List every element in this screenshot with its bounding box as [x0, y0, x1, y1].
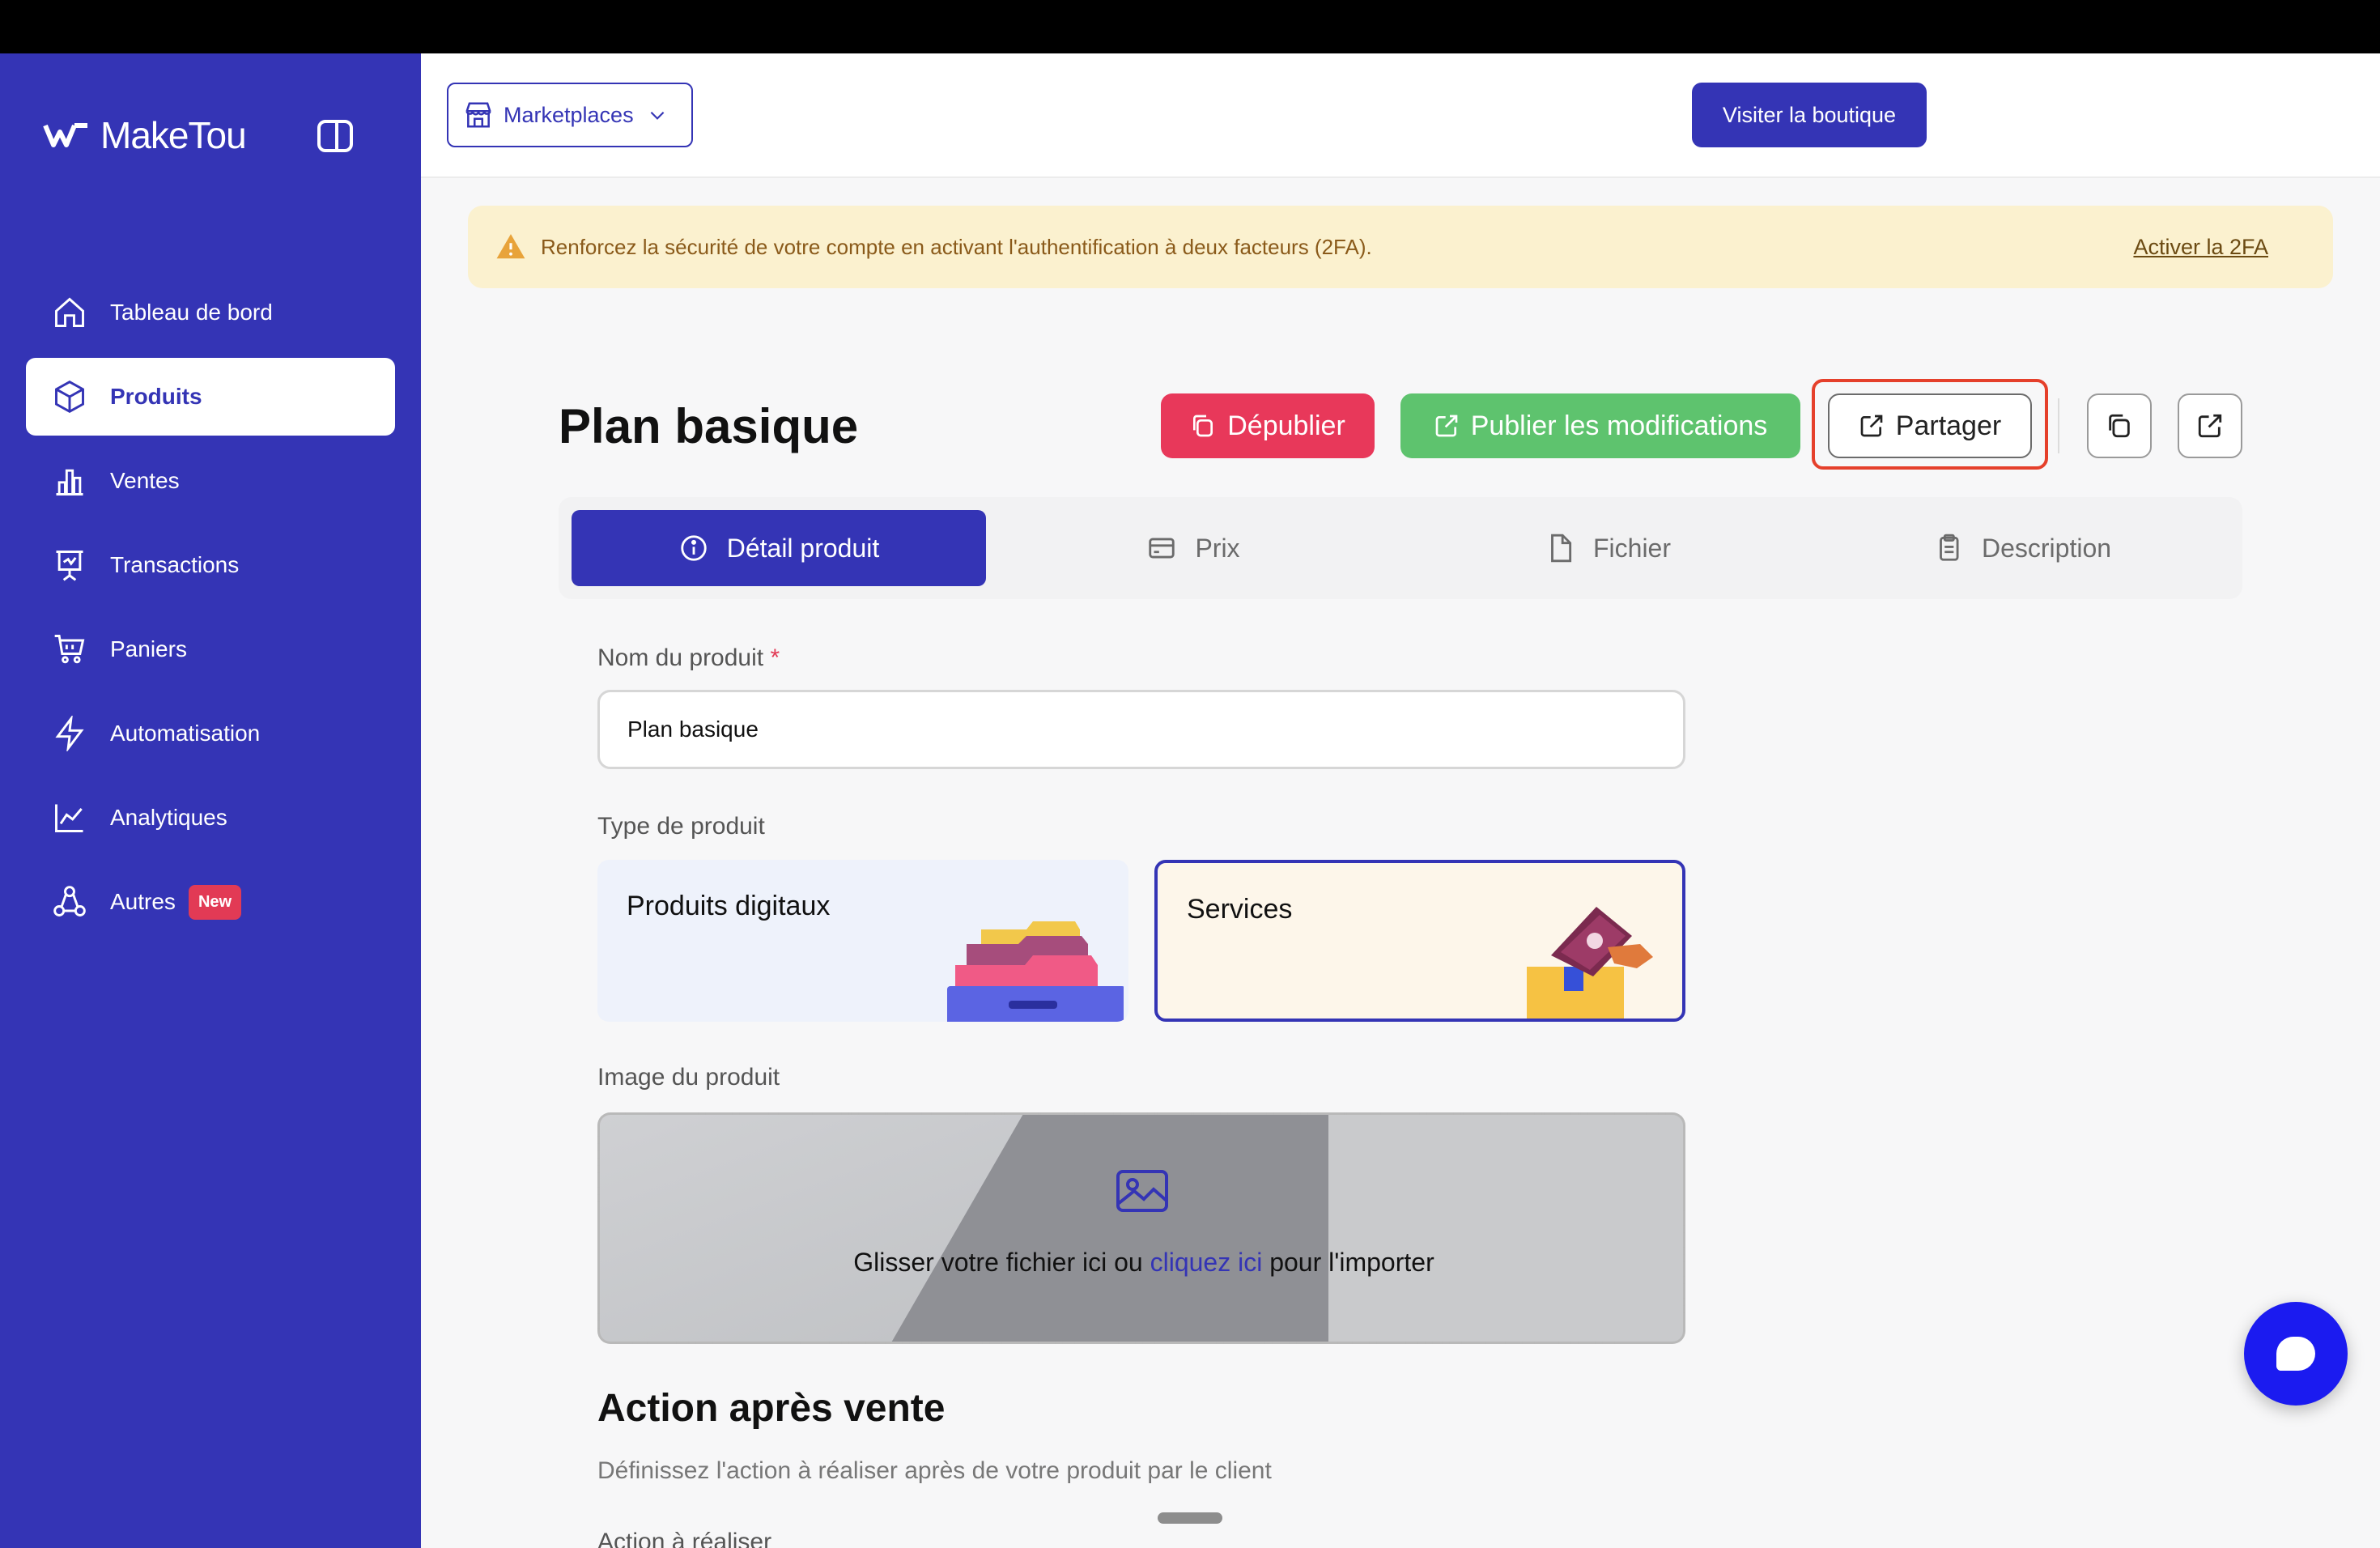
copy-icon: [2109, 414, 2130, 438]
chevron-down-icon: [650, 111, 664, 120]
image-dropzone[interactable]: Glisser votre fichier ici ou cliquez ici…: [597, 1112, 1685, 1344]
image-icon: [1116, 1170, 1168, 1212]
sidebar-item-carts[interactable]: Paniers: [26, 610, 395, 688]
home-icon: [52, 295, 87, 330]
file-icon: [1551, 534, 1572, 563]
publish-label: Publier les modifications: [1470, 410, 1768, 441]
scroll-handle[interactable]: [1158, 1512, 1222, 1524]
product-name-input[interactable]: [597, 690, 1685, 769]
bar-chart-icon: [52, 463, 87, 499]
product-name-label: Nom du produit *: [597, 644, 780, 671]
dropzone-instructions: Glisser votre fichier ici ou cliquez ici…: [853, 1248, 1434, 1277]
sidebar-item-label: Analytiques: [110, 805, 227, 830]
type-card-digital-products[interactable]: Produits digitaux: [597, 860, 1128, 1022]
new-badge: New: [188, 884, 242, 920]
after-sale-subtitle: Définissez l'action à réaliser après de …: [597, 1457, 1272, 1484]
product-type-label: Type de produit: [597, 813, 765, 840]
tab-price[interactable]: Prix: [986, 510, 1400, 586]
sidebar-item-analytics[interactable]: Analytiques: [26, 779, 395, 857]
share-button[interactable]: Partager: [1828, 393, 2032, 458]
line-chart-icon: [52, 800, 87, 836]
tab-file[interactable]: Fichier: [1400, 510, 1815, 586]
presentation-icon: [52, 547, 87, 583]
system-top-bar: [0, 0, 2380, 53]
tab-label: Fichier: [1592, 533, 1671, 563]
sidebar-collapse-icon[interactable]: [317, 120, 353, 152]
actions-divider: [2058, 398, 2059, 453]
box-icon: [52, 379, 87, 415]
store-icon: [465, 102, 491, 128]
visit-shop-button[interactable]: Visiter la boutique: [1692, 83, 1927, 147]
sidebar-item-transactions[interactable]: Transactions: [26, 526, 395, 604]
nodes-icon: [52, 884, 87, 920]
external-link-icon: [1435, 415, 1458, 437]
alert-message: Renforcez la sécurité de votre compte en…: [541, 234, 1372, 259]
dropzone-click-link[interactable]: cliquez ici: [1150, 1248, 1263, 1277]
unpublish-button[interactable]: Dépublier: [1161, 393, 1375, 458]
services-illustration: [1527, 907, 1653, 1019]
chat-support-button[interactable]: [2244, 1302, 2348, 1406]
product-tabs: Détail produit Prix Fichier Description: [559, 497, 2242, 599]
open-external-button[interactable]: [2178, 393, 2242, 458]
sidebar-item-label: Automatisation: [110, 721, 261, 746]
sidebar-item-label: Tableau de bord: [110, 300, 273, 325]
sidebar-item-label: Ventes: [110, 468, 180, 493]
duplicate-button[interactable]: [2087, 393, 2152, 458]
share-label: Partager: [1895, 410, 2002, 441]
warning-icon: [496, 234, 525, 259]
action-label: Action à réaliser: [597, 1529, 772, 1548]
clipboard-icon: [1940, 534, 1959, 561]
required-asterisk: *: [770, 644, 780, 671]
tab-description[interactable]: Description: [1815, 510, 2229, 586]
sidebar-item-label: Produits: [110, 384, 202, 409]
share-icon: [1860, 415, 1883, 437]
info-icon: [681, 535, 707, 561]
security-alert: Renforcez la sécurité de votre compte en…: [468, 206, 2333, 288]
sidebar-item-others[interactable]: Autres New: [26, 863, 395, 941]
product-image-label: Image du produit: [597, 1064, 780, 1091]
after-sale-title: Action après vente: [597, 1387, 946, 1430]
marketplace-select[interactable]: Marketplaces: [447, 83, 693, 147]
sidebar-item-automation[interactable]: Automatisation: [26, 695, 395, 772]
top-header: Marketplaces Visiter la boutique: [421, 53, 2380, 178]
sidebar-item-products[interactable]: Produits: [26, 358, 395, 436]
brand-name: MakeTou: [100, 114, 247, 156]
tab-label: Prix: [1195, 533, 1240, 563]
type-card-services[interactable]: Services: [1154, 860, 1685, 1022]
logo-icon: [43, 123, 87, 147]
lightning-icon: [52, 716, 87, 751]
copy-icon: [1193, 415, 1213, 437]
sidebar-item-label: Paniers: [110, 636, 187, 661]
external-link-icon: [2198, 414, 2222, 438]
sidebar-item-dashboard[interactable]: Tableau de bord: [26, 274, 395, 351]
cart-icon: [52, 632, 87, 667]
sidebar-item-sales[interactable]: Ventes: [26, 442, 395, 520]
folders-illustration: [947, 921, 1124, 1022]
page-title: Plan basique: [559, 399, 859, 453]
publish-changes-button[interactable]: Publier les modifications: [1400, 393, 1800, 458]
unpublish-label: Dépublier: [1227, 410, 1345, 441]
activate-2fa-link[interactable]: Activer la 2FA: [2133, 235, 2268, 260]
sidebar: MakeTou Tableau de bord Produits Ventes: [0, 53, 421, 1548]
sidebar-nav: Tableau de bord Produits Ventes Transact…: [26, 274, 395, 947]
tab-label: Description: [1981, 533, 2112, 563]
marketplace-select-label: Marketplaces: [504, 102, 634, 127]
type-card-label: Services: [1187, 894, 1293, 925]
tab-label: Détail produit: [726, 533, 880, 563]
logo[interactable]: MakeTou: [42, 113, 247, 157]
dropzone-preview-right: [1328, 1115, 1683, 1342]
tab-product-detail[interactable]: Détail produit: [572, 510, 986, 586]
sidebar-item-label: Autres: [110, 889, 176, 914]
type-card-label: Produits digitaux: [627, 891, 831, 921]
card-icon: [1149, 538, 1175, 559]
sidebar-item-label: Transactions: [110, 552, 240, 577]
